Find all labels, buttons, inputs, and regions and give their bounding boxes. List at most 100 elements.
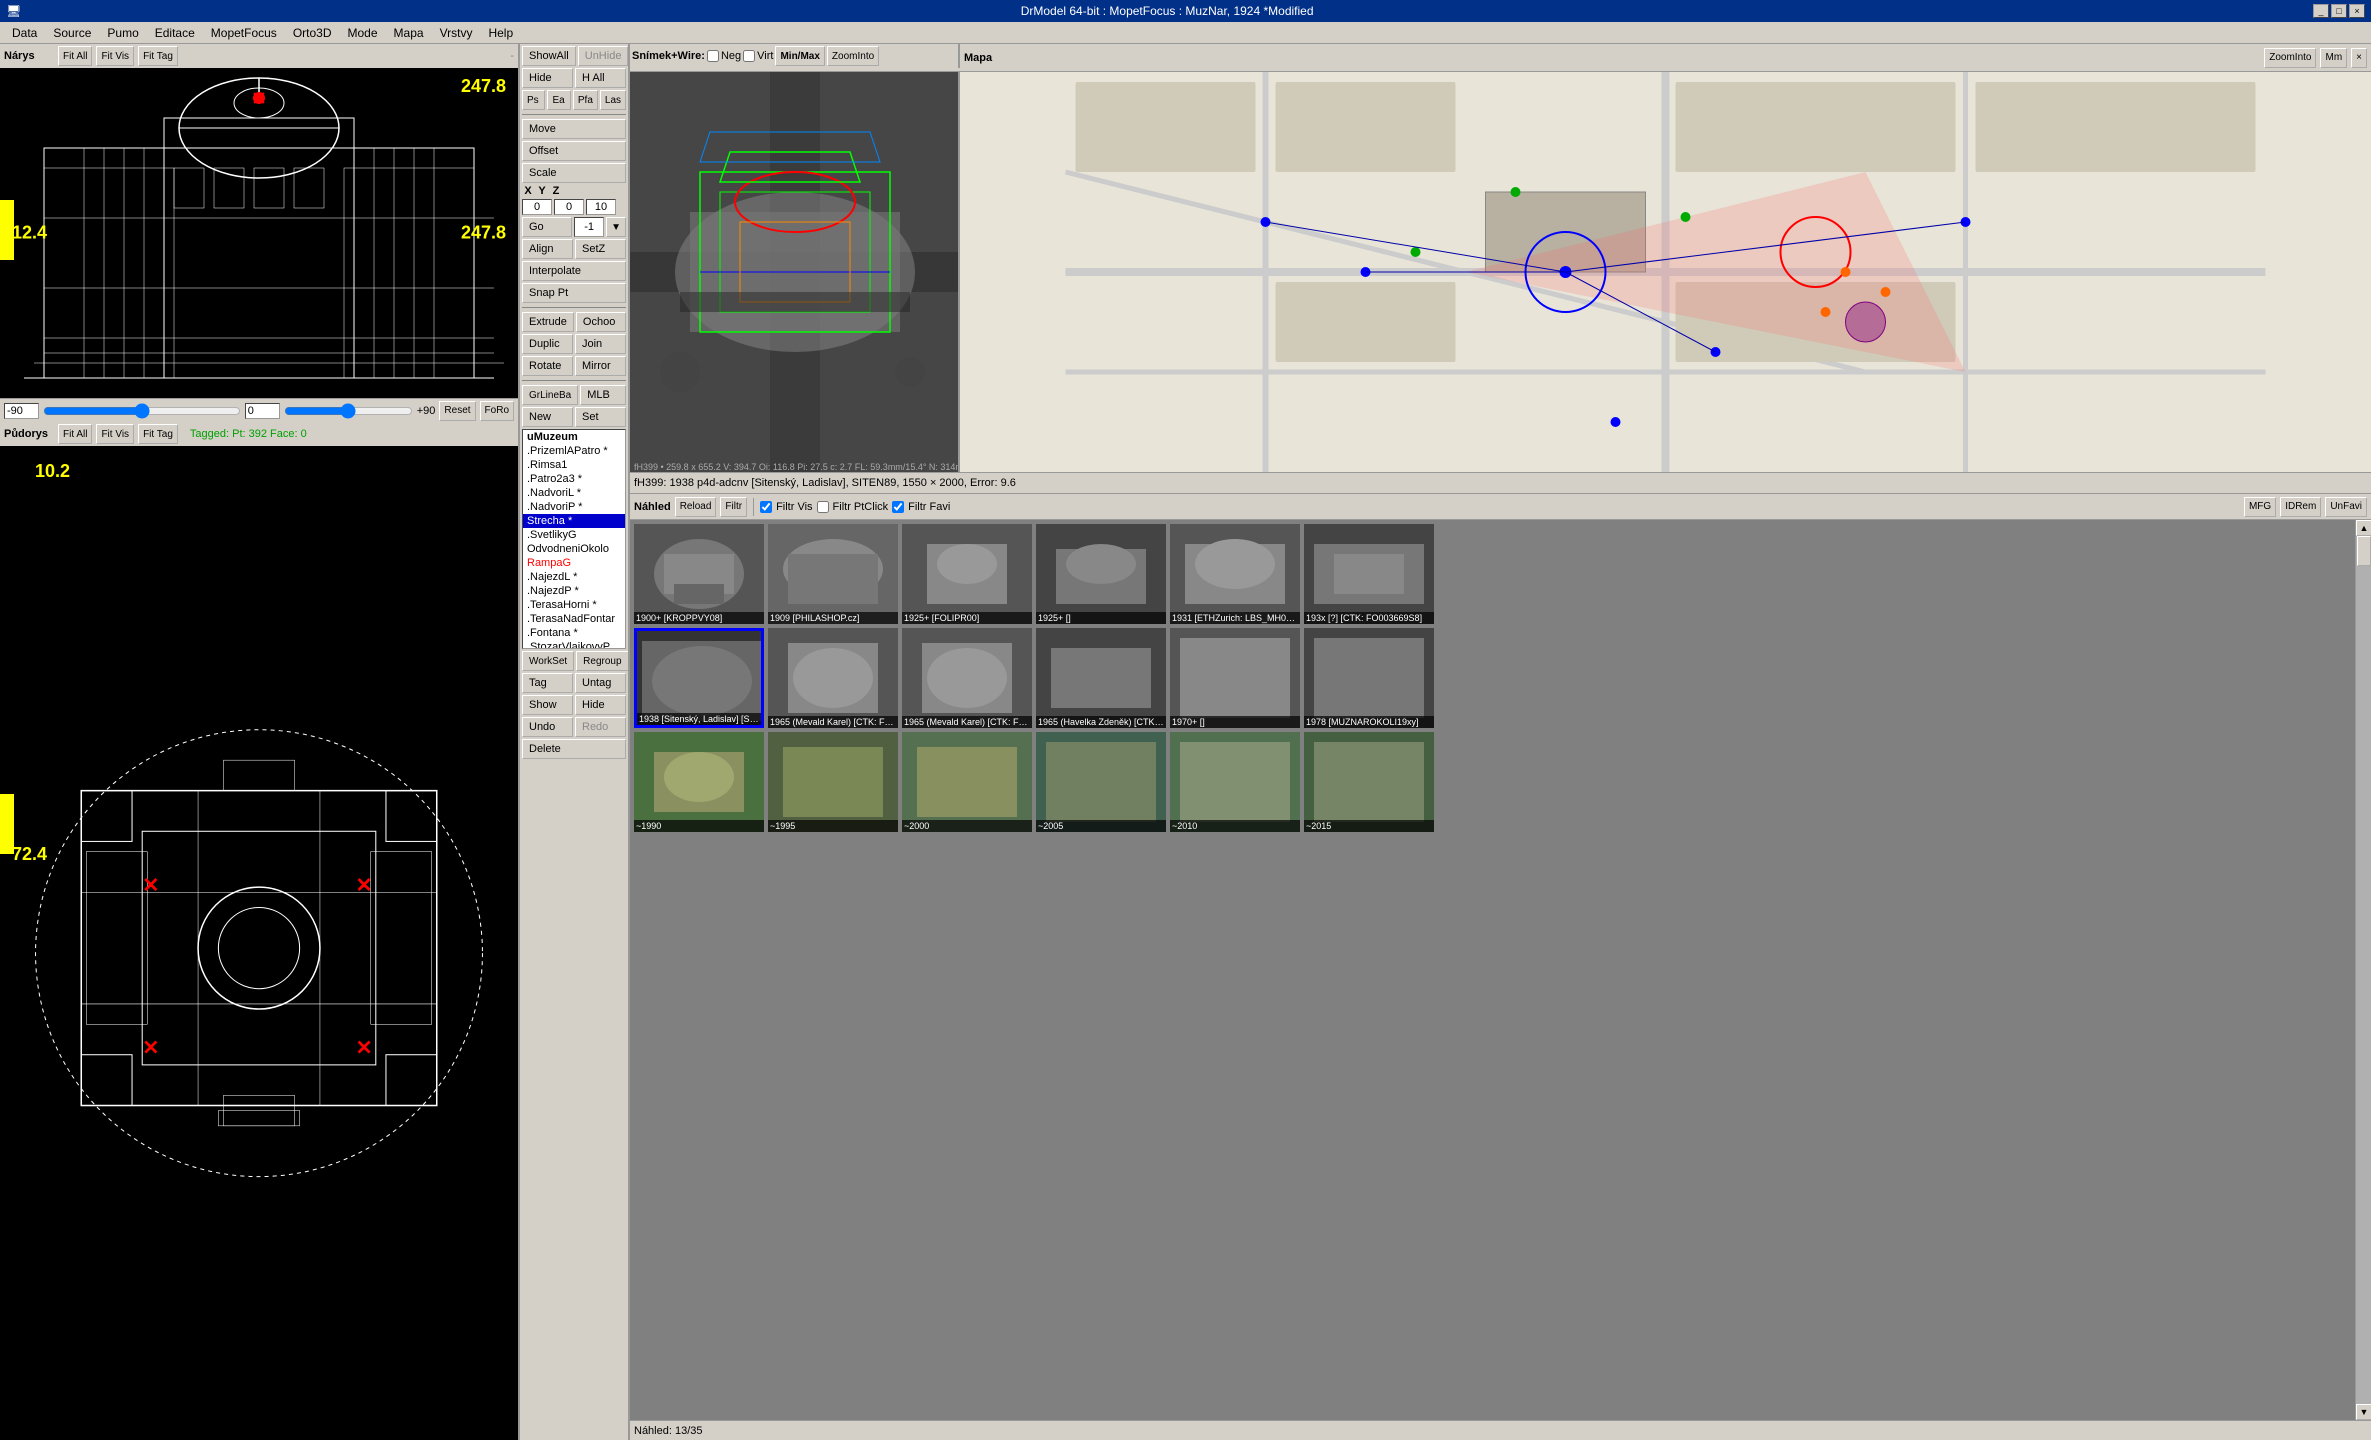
regroup-button[interactable]: Regroup — [576, 651, 628, 671]
scale-button[interactable]: Scale — [522, 163, 626, 183]
zoominto-button[interactable]: ZoomInto — [827, 46, 879, 66]
thumbnail-17[interactable]: ~2015 — [1304, 732, 1434, 832]
duplic-button[interactable]: Duplic — [522, 334, 573, 354]
unhide-button[interactable]: UnHide — [578, 46, 629, 66]
layer-item-2[interactable]: .Rimsa1 — [523, 458, 625, 472]
layer-item-5[interactable]: .NadvoriP * — [523, 500, 625, 514]
go-button[interactable]: Go — [522, 217, 572, 237]
untag-button[interactable]: Untag — [575, 673, 626, 693]
narys-canvas[interactable]: 247.8 12.4 247.8 — [0, 68, 518, 398]
thumbnail-0[interactable]: 1900+ [KROPPVY08] — [634, 524, 764, 624]
thumbnail-8[interactable]: 1965 (Mevald Karel) [CTK: F20100 — [902, 628, 1032, 728]
filtr-button[interactable]: Filtr — [720, 497, 747, 517]
layer-item-12[interactable]: .TerasaHorni * — [523, 598, 625, 612]
thumbnail-1[interactable]: 1909 [PHILASHOP.cz] — [768, 524, 898, 624]
layer-item-13[interactable]: .TerasaNadFontar — [523, 612, 625, 626]
set-button[interactable]: Set — [575, 407, 626, 427]
grlineba-button[interactable]: GrLineBa — [522, 385, 578, 405]
layer-item-14[interactable]: .Fontana * — [523, 626, 625, 640]
thumbnail-2[interactable]: 1925+ [FOLIPR00] — [902, 524, 1032, 624]
thumbnail-6[interactable]: 1938 [Sitenský, Ladislav] [SITEN] — [634, 628, 764, 728]
layer-item-11[interactable]: .NajezdP * — [523, 584, 625, 598]
layer-listbox[interactable]: uMuzeum .PrizemlAPatro * .Rimsa1 .Patro2… — [522, 429, 626, 649]
menu-mapa[interactable]: Mapa — [386, 24, 432, 42]
x-input[interactable] — [522, 199, 552, 215]
offset-button[interactable]: Offset — [522, 141, 626, 161]
thumbnail-3[interactable]: 1925+ [] — [1036, 524, 1166, 624]
ochoo-button[interactable]: Ochoo — [576, 312, 626, 332]
minimize-button[interactable]: _ — [2313, 4, 2329, 18]
tab-pfa[interactable]: Pfa — [573, 90, 598, 110]
thumbnail-15[interactable]: ~2005 — [1036, 732, 1166, 832]
maximize-button[interactable]: □ — [2331, 4, 2347, 18]
showall-button[interactable]: ShowAll — [522, 46, 576, 66]
filtr-ptclick-checkbox[interactable] — [817, 501, 829, 513]
mfg-button[interactable]: MFG — [2244, 497, 2276, 517]
menu-data[interactable]: Data — [4, 24, 45, 42]
mapa-close[interactable]: × — [2351, 48, 2367, 68]
thumbnail-12[interactable]: ~1990 — [634, 732, 764, 832]
layer-item-3[interactable]: .Patro2a3 * — [523, 472, 625, 486]
thumbnail-13[interactable]: ~1995 — [768, 732, 898, 832]
layer-item-10[interactable]: .NajezdL * — [523, 570, 625, 584]
layer-item-8[interactable]: OdvodneniOkolo — [523, 542, 625, 556]
layer-item-0[interactable]: uMuzeum — [523, 430, 625, 444]
gallery-scroll[interactable]: 1900+ [KROPPVY08] 1909 [PHILASHOP.cz] 19… — [630, 520, 2355, 1420]
thumbnail-16[interactable]: ~2010 — [1170, 732, 1300, 832]
map-viewer[interactable] — [960, 72, 2371, 472]
thumbnail-10[interactable]: 1970+ [] — [1170, 628, 1300, 728]
thumbnail-11[interactable]: 1978 [MUZNAROKOLI19xy] — [1304, 628, 1434, 728]
thumbnail-7[interactable]: 1965 (Mevald Karel) [CTK: F20100 — [768, 628, 898, 728]
z-input[interactable] — [586, 199, 616, 215]
thumbnail-9[interactable]: 1965 (Havelka Zdeněk) [CTK: F201 — [1036, 628, 1166, 728]
filtr-favi-checkbox[interactable] — [892, 501, 904, 513]
unfavi-button[interactable]: UnFavi — [2325, 497, 2367, 517]
extrude-button[interactable]: Extrude — [522, 312, 574, 332]
thumbnail-14[interactable]: ~2000 — [902, 732, 1032, 832]
tab-las[interactable]: Las — [600, 90, 626, 110]
snappt-button[interactable]: Snap Pt — [522, 283, 626, 303]
layer-item-7[interactable]: .SvetlikyG — [523, 528, 625, 542]
setz-button[interactable]: SetZ — [575, 239, 626, 259]
menu-source[interactable]: Source — [45, 24, 99, 42]
mirror-button[interactable]: Mirror — [575, 356, 626, 376]
menu-help[interactable]: Help — [480, 24, 521, 42]
reload-button[interactable]: Reload — [675, 497, 717, 517]
hide-button2[interactable]: Hide — [575, 695, 626, 715]
delete-button[interactable]: Delete — [522, 739, 626, 759]
pudorys-fit-vis[interactable]: Fit Vis — [96, 424, 134, 444]
rotation-left-input[interactable] — [4, 403, 39, 419]
layer-item-4[interactable]: .NadvoriL * — [523, 486, 625, 500]
narys-fit-all[interactable]: Fit All — [58, 46, 92, 66]
redo-button[interactable]: Redo — [575, 717, 626, 737]
pudorys-fit-all[interactable]: Fit All — [58, 424, 92, 444]
menu-pumo[interactable]: Pumo — [99, 24, 146, 42]
pudorys-fit-tag[interactable]: Fit Tag — [138, 424, 178, 444]
rotation-foro[interactable]: FoRo — [480, 401, 514, 421]
scrollbar-track[interactable] — [2356, 536, 2371, 1404]
move-button[interactable]: Move — [522, 119, 626, 139]
minmax-button[interactable]: Min/Max — [775, 46, 824, 66]
rotation-slider2[interactable] — [284, 403, 413, 419]
close-button[interactable]: × — [2349, 4, 2365, 18]
scrollbar-up[interactable]: ▲ — [2356, 520, 2371, 536]
narys-fit-tag[interactable]: Fit Tag — [138, 46, 178, 66]
scrollbar-thumb[interactable] — [2357, 536, 2371, 566]
y-input[interactable] — [554, 199, 584, 215]
menu-mopetfocus[interactable]: MopetFocus — [203, 24, 285, 42]
mapa-mm[interactable]: Mm — [2320, 48, 2347, 68]
join-button[interactable]: Join — [575, 334, 626, 354]
layer-item-1[interactable]: .PrizemlAPatro * — [523, 444, 625, 458]
layer-item-6[interactable]: Strecha * — [523, 514, 625, 528]
align-button[interactable]: Align — [522, 239, 573, 259]
layer-item-15[interactable]: .StozarVlajkovyP — [523, 640, 625, 649]
thumbnail-5[interactable]: 193x [?] [CTK: FO003669S8] — [1304, 524, 1434, 624]
photo-viewer[interactable]: fH399 • 259.8 x 655.2 V: 394.7 Oi: 116.8… — [630, 72, 960, 472]
mlb-button[interactable]: MLB — [580, 385, 626, 405]
go-value[interactable] — [574, 217, 604, 237]
narys-fit-vis[interactable]: Fit Vis — [96, 46, 134, 66]
thumbnail-4[interactable]: 1931 [ETHZurich: LBS_MH01-006] — [1170, 524, 1300, 624]
rotation-slider[interactable] — [43, 403, 241, 419]
tab-ps[interactable]: Ps — [522, 90, 545, 110]
pudorys-canvas[interactable]: 10.2 72.4 — [0, 446, 518, 1440]
